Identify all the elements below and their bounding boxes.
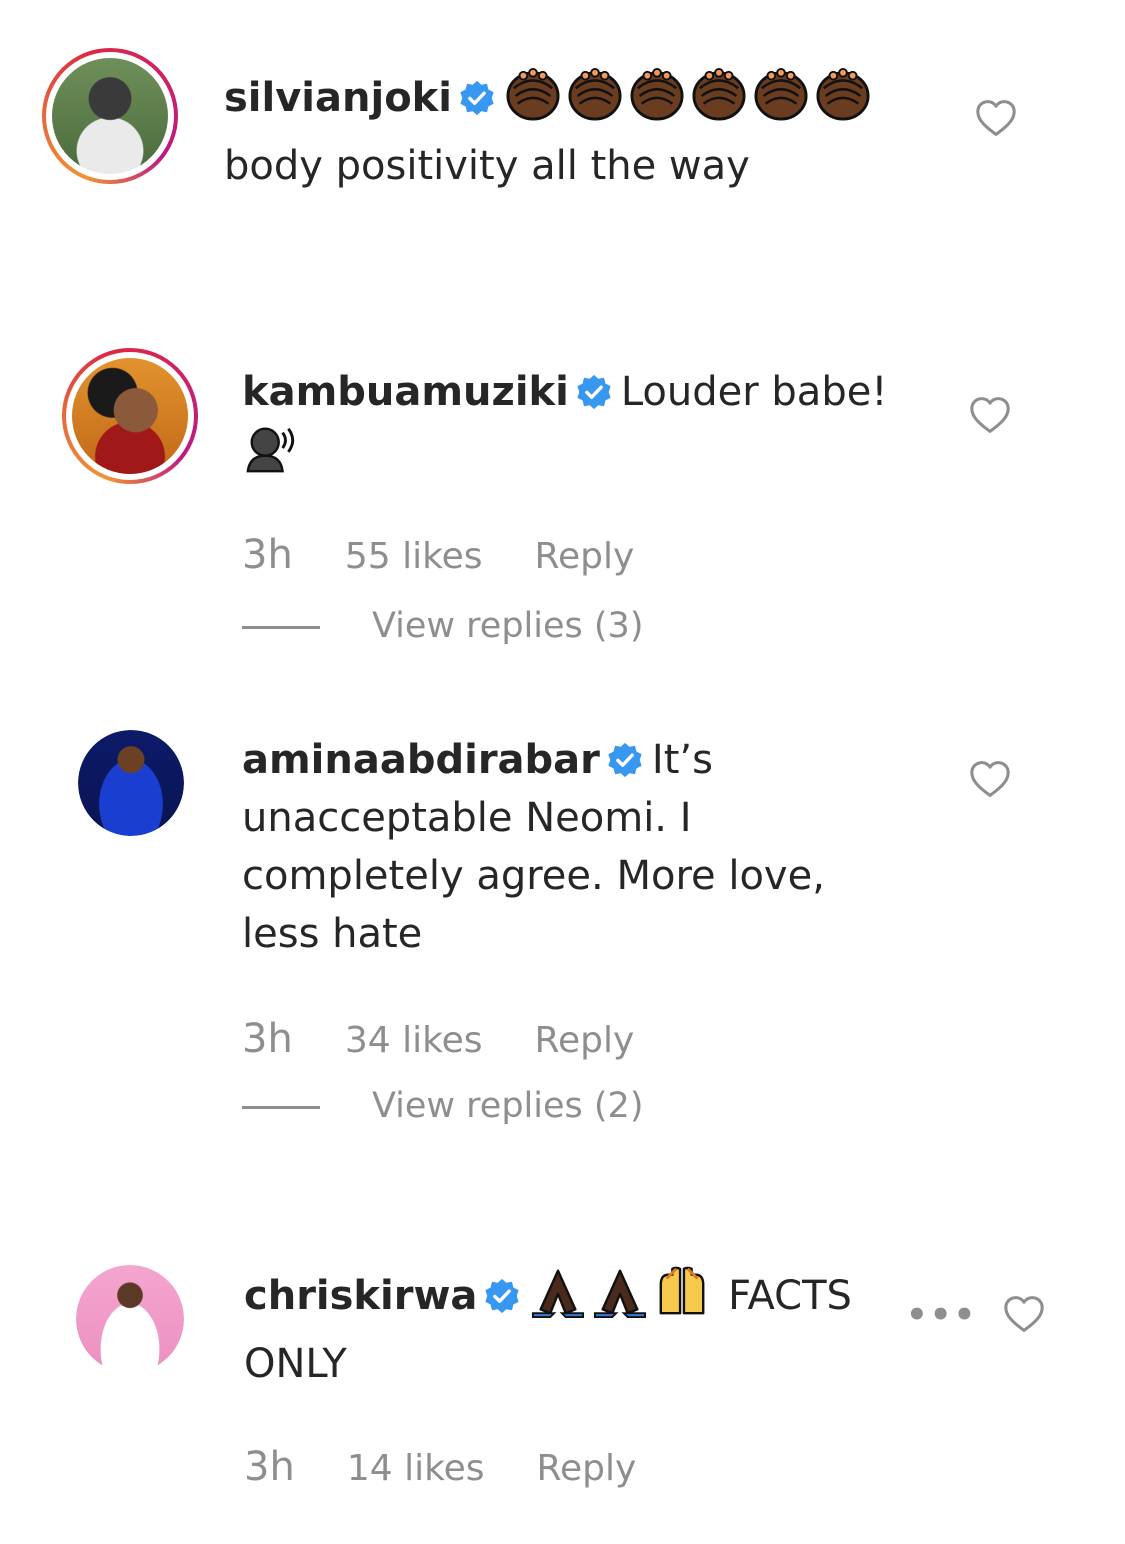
comment-text-line: completely agree. More love, [242, 853, 825, 899]
like-heart-icon[interactable] [968, 759, 1012, 799]
username[interactable]: kambuamuziki [242, 369, 569, 415]
view-replies-row[interactable]: View replies (2) [242, 1086, 643, 1126]
avatar[interactable] [62, 348, 198, 484]
folded-hands-icon [529, 1265, 587, 1319]
like-heart-icon[interactable] [974, 98, 1018, 138]
verified-badge-icon [606, 741, 644, 779]
avatar-gap [66, 352, 194, 480]
clap-icon [566, 67, 624, 121]
emoji-row [504, 67, 876, 137]
username[interactable]: aminaabdirabar [242, 737, 600, 783]
speaking-head-icon [242, 421, 300, 475]
likes-count[interactable]: 14 likes [347, 1448, 485, 1489]
view-replies-row[interactable]: View replies (3) [242, 606, 643, 646]
avatar-gap [46, 52, 174, 180]
comment-text-block: aminaabdirabar It’s unacceptable Neomi. I… [242, 731, 902, 963]
comment-meta: 3h 34 likes Reply [242, 1016, 686, 1062]
avatar-photo [52, 58, 168, 174]
username[interactable]: chriskirwa [244, 1273, 477, 1319]
verified-badge-icon [575, 373, 613, 411]
emoji-row [529, 1265, 715, 1335]
view-replies-button[interactable]: View replies (2) [372, 1086, 643, 1126]
replies-divider [242, 625, 320, 629]
reply-button[interactable]: Reply [535, 536, 635, 577]
raised-hands-icon [653, 1265, 711, 1319]
like-heart-icon[interactable] [1002, 1294, 1046, 1334]
comment-text-line: unacceptable Neomi. I [242, 795, 692, 841]
verified-badge-icon [458, 79, 496, 117]
comment-text-line: It’s [651, 737, 713, 783]
avatar[interactable] [42, 48, 178, 184]
comment-text-line: FACTS [728, 1273, 852, 1319]
clap-icon [504, 67, 562, 121]
clap-icon [814, 67, 872, 121]
comment-text-block: kambuamuziki Louder babe! [242, 363, 942, 483]
verified-badge-icon [483, 1277, 521, 1315]
reply-button[interactable]: Reply [535, 1020, 635, 1061]
like-heart-icon[interactable] [968, 395, 1012, 435]
username[interactable]: silvianjoki [224, 75, 452, 121]
clap-icon [690, 67, 748, 121]
comment-text-block: silvianjoki body positivity all the way [224, 67, 924, 195]
comment-text-line: ONLY [244, 1341, 347, 1387]
avatar[interactable] [78, 730, 184, 836]
comment-text: body positivity all the way [224, 143, 750, 189]
avatar-photo [72, 358, 188, 474]
timestamp: 3h [244, 1444, 295, 1490]
story-ring [62, 348, 198, 484]
avatar-photo [78, 730, 184, 836]
comment-meta: 3h 55 likes Reply [242, 532, 686, 578]
clap-icon [628, 67, 686, 121]
timestamp: 3h [242, 1016, 293, 1062]
likes-count[interactable]: 55 likes [345, 536, 483, 577]
more-options-icon[interactable]: ••• [906, 1295, 977, 1335]
likes-count[interactable]: 34 likes [345, 1020, 483, 1061]
reply-button[interactable]: Reply [537, 1448, 637, 1489]
comment-meta: 3h 14 likes Reply [244, 1444, 688, 1490]
comment-text-block: chriskirwa FACTS ONLY [244, 1265, 884, 1393]
avatar[interactable] [76, 1265, 184, 1373]
timestamp: 3h [242, 532, 293, 578]
view-replies-button[interactable]: View replies (3) [372, 606, 643, 646]
comment-text-line: less hate [242, 911, 423, 957]
comment-text: Louder babe! [620, 369, 888, 415]
folded-hands-icon [591, 1265, 649, 1319]
avatar-photo [76, 1265, 184, 1373]
clap-icon [752, 67, 810, 121]
replies-divider [242, 1105, 320, 1109]
story-ring [42, 48, 178, 184]
